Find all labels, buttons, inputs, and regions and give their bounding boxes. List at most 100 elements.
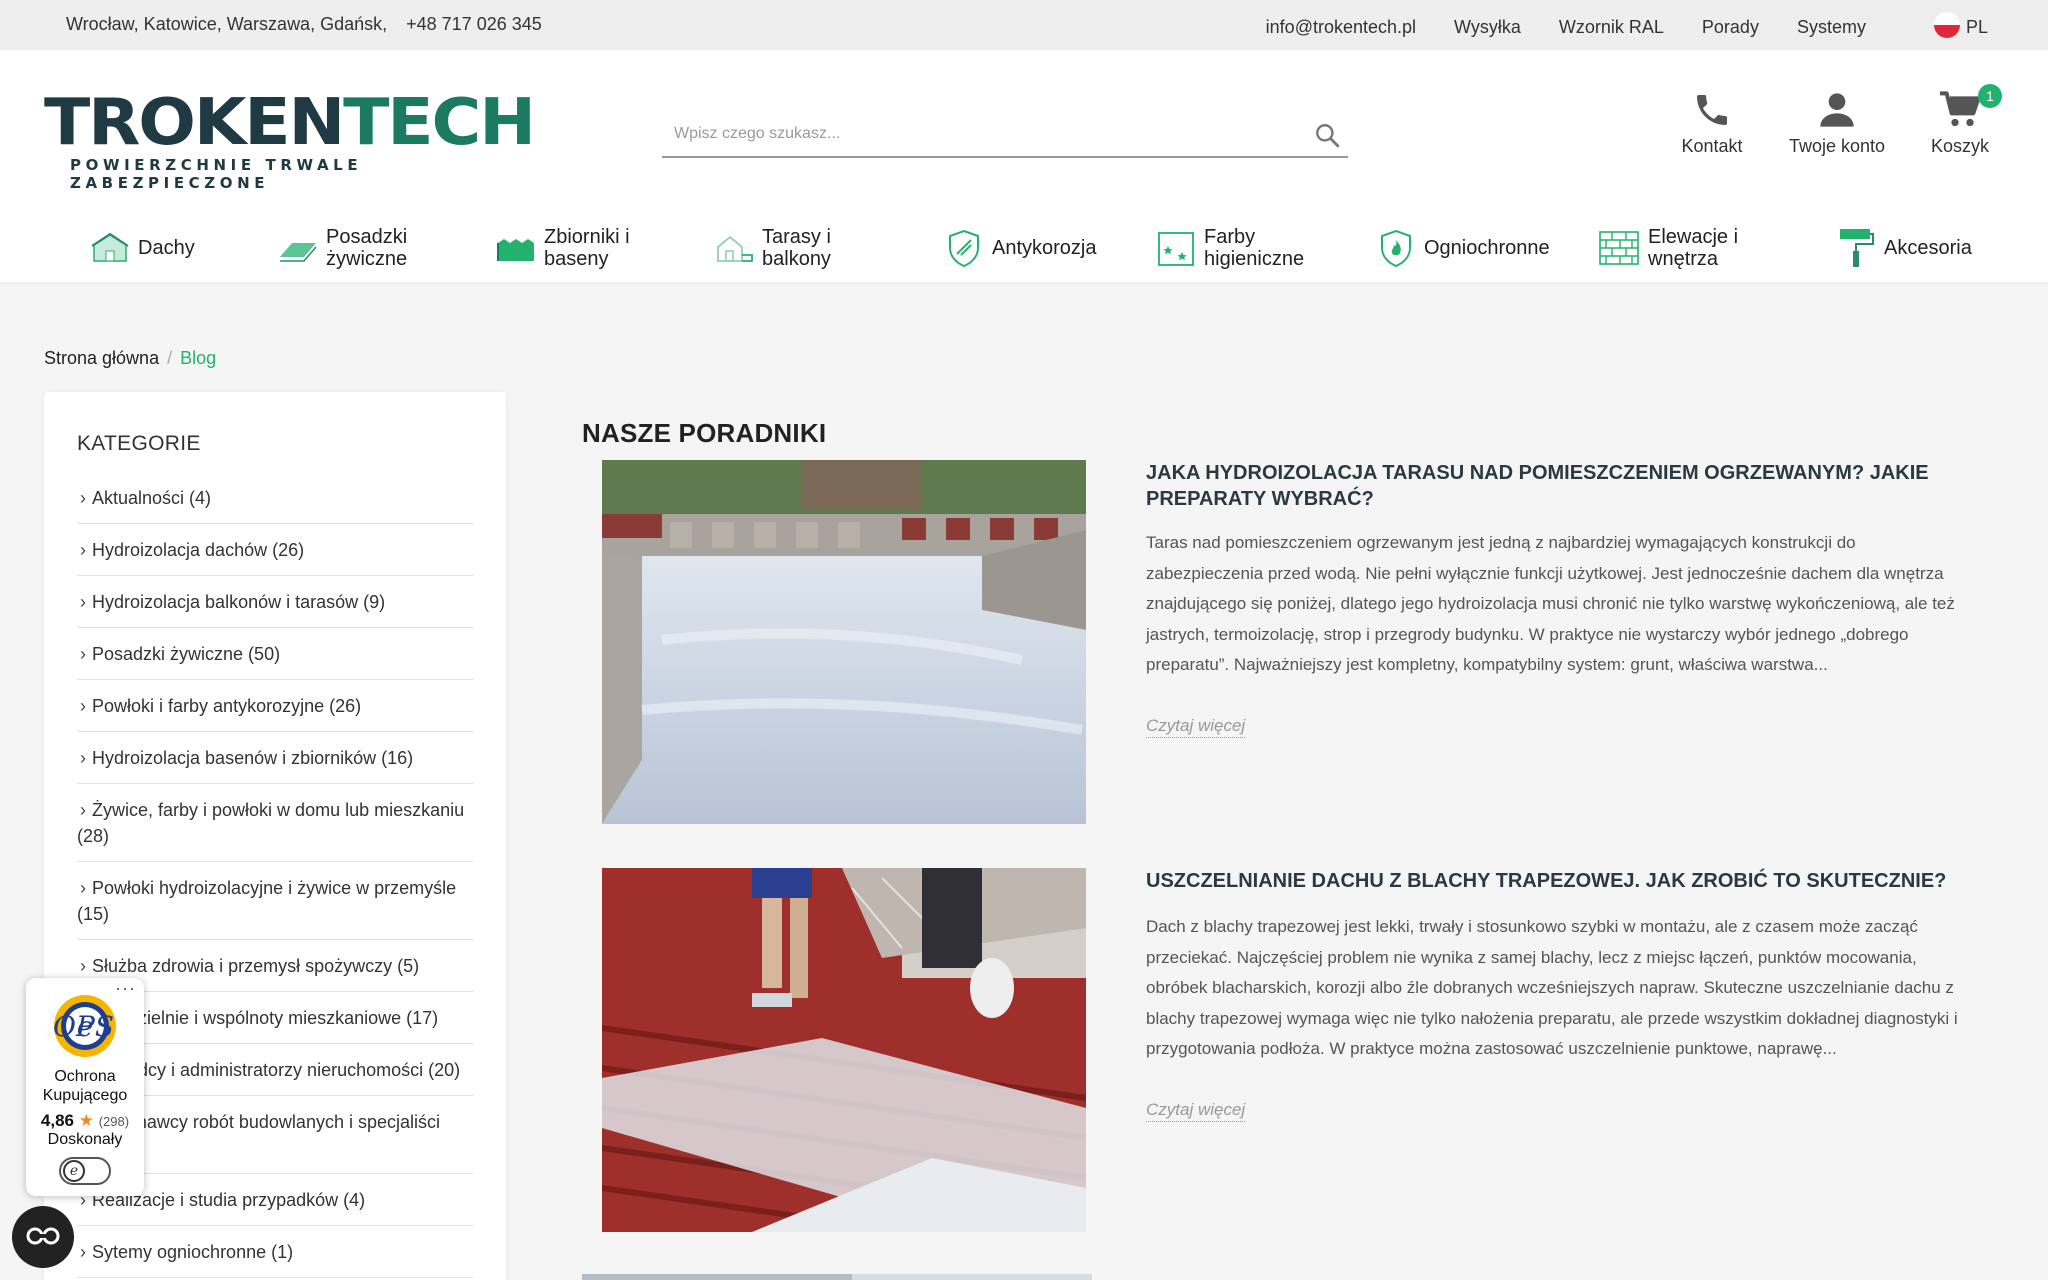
search-input[interactable] xyxy=(662,112,1282,156)
nav-label: Zbiorniki i xyxy=(544,226,630,248)
post-excerpt: Taras nad pomieszczeniem ogrzewanym jest… xyxy=(1146,533,1955,675)
nav-label: Dachy xyxy=(138,237,195,259)
nav-label: Posadzki xyxy=(326,226,408,248)
top-bar-links: info@trokentech.pl Wysyłka Wzornik RAL P… xyxy=(1228,12,1988,40)
chevron-right-icon: › xyxy=(80,540,86,560)
chevron-right-icon: › xyxy=(80,644,86,664)
cart-button[interactable]: 1 Koszyk xyxy=(1922,84,2002,157)
category-item[interactable]: › Posadzki żywiczne (50) xyxy=(77,628,473,680)
nav-item-roofs[interactable]: Dachy xyxy=(90,220,195,276)
nav-label: Ogniochronne xyxy=(1424,237,1550,259)
breadcrumb-current[interactable]: Blog xyxy=(180,348,216,368)
top-bar: Wrocław, Katowice, Warszawa, Gdańsk, +48… xyxy=(0,0,2048,50)
category-item[interactable]: › Hydroizolacja basenów i zbiorników (16) xyxy=(77,732,473,784)
terrace-icon xyxy=(717,235,753,262)
main-nav: Dachy Posadzki żywiczne Zbiorniki i baseny… xyxy=(0,220,2048,280)
sidebar-title: KATEGORIE xyxy=(77,432,201,455)
link-shipping[interactable]: Wysyłka xyxy=(1454,17,1521,38)
post-thumbnail-roof[interactable] xyxy=(602,868,1086,1232)
cart-icon xyxy=(1940,91,1981,127)
read-more-link[interactable]: Czytaj więcej xyxy=(1146,1100,1246,1122)
badge-line1: Ochrona xyxy=(54,1068,116,1085)
contact-button[interactable]: Kontakt xyxy=(1672,90,1752,157)
category-item[interactable]: › Sytemy ogniochronne (1) xyxy=(77,1226,473,1278)
nav-label: Farby xyxy=(1204,226,1256,248)
chevron-right-icon: › xyxy=(80,488,86,508)
nav-label: wnętrza xyxy=(1648,248,1719,270)
nav-label: higieniczne xyxy=(1204,248,1305,270)
nav-label: baseny xyxy=(544,248,609,270)
chevron-right-icon: › xyxy=(80,592,86,612)
chevron-right-icon: › xyxy=(80,800,86,820)
nav-label: Tarasy i xyxy=(762,226,831,248)
cart-count-badge: 1 xyxy=(1978,84,2002,108)
trusted-shops-badge[interactable]: ··· TRUSTED SHOPS GUARANTEE e Ochrona Kup… xyxy=(0,978,314,1196)
account-button[interactable]: Twoje konto xyxy=(1782,90,1892,157)
nav-item-fireproof[interactable]: Ogniochronne xyxy=(1376,220,1550,276)
category-item[interactable]: › Hydroizolacja balkonów i tarasów (9) xyxy=(77,576,473,628)
nav-label: żywiczne xyxy=(326,248,408,270)
read-more-link[interactable]: Czytaj więcej xyxy=(1146,716,1246,738)
accessibility-icon xyxy=(26,1227,60,1245)
section-title: NASZE PORADNIKI xyxy=(582,418,827,448)
nav-label: balkony xyxy=(762,248,831,270)
top-bar-contact: Wrocław, Katowice, Warszawa, Gdańsk, +48… xyxy=(66,14,556,35)
logo[interactable]: TROKENTECH POWIERZCHNIE TRWALE ZABEZPIEC… xyxy=(44,91,536,192)
link-ral[interactable]: Wzornik RAL xyxy=(1559,17,1664,38)
phone-icon xyxy=(1697,95,1727,125)
nav-item-hygienic-paints[interactable]: Farby higieniczne xyxy=(1156,220,1304,276)
breadcrumb-separator: / xyxy=(167,348,173,368)
nav-label: Antykorozja xyxy=(992,237,1097,259)
post-title[interactable]: USZCZELNIANIE DACHU Z BLACHY TRAPEZOWEJ.… xyxy=(1146,868,1976,894)
rating-verdict: Doskonały xyxy=(47,1131,123,1148)
link-systems[interactable]: Systemy xyxy=(1797,17,1866,38)
breadcrumb-home[interactable]: Strona główna xyxy=(44,348,159,368)
post-excerpt: Dach z blachy trapezowej jest lekki, trw… xyxy=(1146,917,1958,1059)
roller-icon xyxy=(1840,229,1874,267)
nav-item-accessories[interactable]: Akcesoria xyxy=(1836,220,1972,276)
chevron-right-icon: › xyxy=(80,696,86,716)
rating-count: (298) xyxy=(98,1114,130,1129)
account-label: Twoje konto xyxy=(1788,136,1886,156)
accessibility-button[interactable] xyxy=(12,1206,74,1268)
svg-text:e: e xyxy=(77,1010,94,1043)
next-post-thumbnail-partial xyxy=(582,1274,1092,1280)
search-icon[interactable] xyxy=(1314,122,1340,148)
post-thumbnail-terrace[interactable] xyxy=(602,460,1086,824)
link-guides[interactable]: Porady xyxy=(1702,17,1759,38)
nav-item-anticorrosion[interactable]: Antykorozja xyxy=(944,220,1097,276)
category-item[interactable]: › Hydroizolacja dachów (26) xyxy=(77,524,473,576)
rating-score: 4,86 xyxy=(40,1111,74,1130)
floor-icon xyxy=(280,243,317,262)
contact-label: Kontakt xyxy=(1681,136,1743,156)
logo-text-part2: TECH xyxy=(343,86,536,160)
badge-toggle[interactable]: e xyxy=(59,1157,111,1185)
nav-item-facades[interactable]: Elewacje i wnętrza xyxy=(1598,220,1738,276)
chevron-right-icon: › xyxy=(80,1242,86,1262)
shield-icon xyxy=(949,229,979,268)
poland-flag-icon[interactable] xyxy=(1933,12,1960,38)
nav-item-terraces[interactable]: Tarasy i balkony xyxy=(714,220,831,276)
trusted-shops-seal-icon: TRUSTED SHOPS GUARANTEE e xyxy=(0,995,314,1057)
nav-item-tanks-pools[interactable]: Zbiorniki i baseny xyxy=(496,220,630,276)
post-title[interactable]: JAKA HYDROIZOLACJA TARASU NAD POMIESZCZE… xyxy=(1146,460,1976,512)
hygiene-icon xyxy=(1158,232,1194,266)
nav-label: Elewacje i xyxy=(1648,226,1739,248)
email-link[interactable]: info@trokentech.pl xyxy=(1266,17,1416,38)
nav-item-resin-floors[interactable]: Posadzki żywiczne xyxy=(276,220,407,276)
chevron-right-icon: › xyxy=(80,956,86,976)
category-item[interactable]: › Powłoki i farby antykorozyjne (26) xyxy=(77,680,473,732)
more-options-icon[interactable]: ··· xyxy=(115,978,136,999)
nav-label: Akcesoria xyxy=(1884,237,1972,259)
wall-icon xyxy=(1599,231,1639,265)
category-item[interactable]: › Powłoki hydroizolacyjne i żywice w prze… xyxy=(77,862,473,940)
cities-text: Wrocław, Katowice, Warszawa, Gdańsk, xyxy=(66,14,388,34)
category-item[interactable]: › Aktualności (4) xyxy=(77,472,473,524)
breadcrumb: Strona główna / Blog xyxy=(44,348,216,369)
language-label[interactable]: PL xyxy=(1966,17,1988,38)
chevron-right-icon: › xyxy=(80,878,86,898)
phone-link[interactable]: +48 717 026 345 xyxy=(406,14,542,34)
star-icon: ★ xyxy=(78,1111,94,1130)
category-item[interactable]: › Żywice, farby i powłoki w domu lub mies… xyxy=(77,784,473,862)
badge-line2: Kupującego xyxy=(42,1087,128,1104)
